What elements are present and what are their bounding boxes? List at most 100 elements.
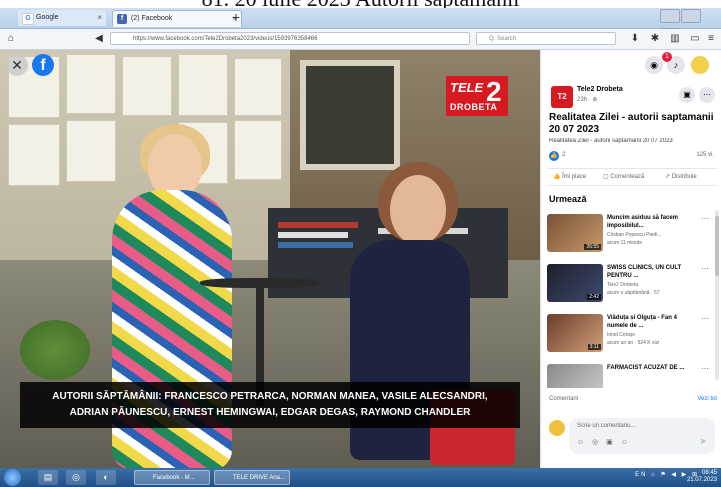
browser-tabbar: G Google × f (2) Facebook × + [0,8,721,42]
close-icon[interactable]: ✕ [6,54,28,76]
video-thumbnail[interactable]: 26:55 [547,214,603,252]
window-controls [659,9,719,42]
comment-input[interactable]: Scrie un comentariu... ☺ ◎ ▣ ☺ ➤ [569,418,715,454]
list-item[interactable]: 26:55 Muncim asiduu să facem împosibilul… [547,210,715,260]
windows-taskbar: ▤ ◎ ◐ Facebook - M... TELE DRIVE Ana... … [0,468,721,487]
notification-badge: 1 [662,52,672,62]
video-duration: 3:11 [587,344,601,350]
like-button[interactable]: 👍 Îmi place [553,173,586,180]
channel-logo-bottom: DROBETA [450,102,498,112]
download-icon[interactable]: ⬇ [628,32,642,46]
taskbar-task-facebook[interactable]: Facebook - M... [134,470,210,485]
library-icon[interactable]: ▥ [668,32,682,46]
video-title[interactable]: FARMACIST ACUZAT DE ... [607,364,699,372]
views-count: 125 vi. [696,152,714,158]
back-icon[interactable]: ◀ [92,32,106,46]
video-player[interactable]: ✕ f TELE 2 DROBETA AUTORII SĂPTĂMÂNII: F… [0,50,540,468]
taskbar-task-tele[interactable]: TELE DRIVE Ana... [214,470,290,485]
view-all-link[interactable]: Vezi tot [697,396,717,402]
app-icon[interactable]: ◐ [96,470,116,485]
comments-header: Comentarii Vezi tot [549,396,717,402]
video-title[interactable]: Viâduța și Olguța - Fan 4 numele de ... [607,314,699,330]
post-title: Realitatea Zilei - autorii saptamanii 20… [549,112,714,135]
share-label: Distribuie [671,174,697,180]
messenger-icon[interactable]: ◉ [645,56,663,74]
share-button[interactable]: ↗ Distribuie [665,173,697,180]
comment-placeholder: Scrie un comentariu... [577,423,636,429]
video-source: Ionel Cetașe [607,332,636,338]
tab-label: Google [36,14,59,21]
more-icon[interactable]: ⋯ [701,214,709,223]
video-meta: acum 11 minute [607,240,643,246]
browser-tab-facebook[interactable]: f (2) Facebook × [112,10,242,27]
video-thumbnail[interactable]: 2:42 [547,264,603,302]
post-timestamp: 23h · ⊕ [577,97,598,103]
more-icon[interactable]: ⋯ [701,364,709,373]
post-actions: 👍 Îmi place ▢ Comentează ↗ Distribuie [547,168,717,186]
minimize-button[interactable] [660,9,680,23]
video-duration: 26:55 [584,244,601,250]
sidebar-icon[interactable]: ▭ [688,32,702,46]
comment-button[interactable]: ▢ Comentează [603,173,644,180]
tab-close-icon[interactable]: × [97,10,102,26]
page-avatar[interactable]: T2 [551,86,573,108]
browser-toolbar: ⌂ ◀ https://www.facebook.com/Tele2Drobet… [0,29,721,50]
address-bar[interactable]: https://www.facebook.com/Tele2Drobeta202… [110,32,470,45]
lower-third-caption: AUTORII SĂPTĂMÂNII: FRANCESCO PETRARCA, … [20,382,520,428]
menu-icon[interactable]: ≡ [704,32,718,46]
video-title[interactable]: Muncim asiduu să facem împosibilul... [607,214,699,230]
addon-icon[interactable]: ✱ [648,32,662,46]
presenter-right-head [390,175,446,245]
clock-time: 08:45 [701,470,717,476]
channel-logo-top: TELE [450,80,484,95]
browser-tab-google[interactable]: G Google × [18,10,106,26]
video-thumbnail[interactable] [547,364,603,388]
maximize-button[interactable] [681,9,701,23]
facebook-top-icons: ◉ ♪ 1 [541,50,721,80]
send-icon[interactable]: ➤ [699,436,707,447]
facebook-icon[interactable]: f [32,54,54,76]
lower-third-line-1: AUTORII SĂPTĂMÂNII: FRANCESCO PETRARCA, … [52,391,488,402]
avatar [549,420,565,436]
taskbar-clock[interactable]: 08:45 21.07.2023 [687,470,717,484]
new-tab-button[interactable]: + [228,10,244,26]
reactions-count[interactable]: 2 [562,152,565,158]
scrollbar-thumb[interactable] [715,216,719,276]
like-label: Îmi place [562,174,587,180]
tab-label: (2) Facebook [131,15,173,22]
more-icon[interactable]: ⋯ [701,264,709,273]
chrome-icon[interactable]: ◎ [66,470,86,485]
video-thumbnail[interactable]: 3:11 [547,314,603,352]
reactions-row: 👍 2 125 vi. [549,150,714,162]
video-meta: acum o săptămână · 57 [607,290,660,296]
more-icon[interactable]: ⋯ [701,314,709,323]
avatar-icon[interactable] [691,56,709,74]
start-button[interactable] [4,469,21,486]
video-title[interactable]: SWISS CLINICS, UN CULT PENTRU ... [607,264,699,280]
list-item[interactable]: 3:11 Viâduța și Olguța - Fan 4 numele de… [547,310,715,360]
page-name[interactable]: Tele2 Drobeta [577,86,623,93]
system-tray[interactable]: EN ⌂ ⚑ ◀ ▶ ⊞ [599,471,699,478]
video-meta: acum un an · 524 K vizi [607,340,660,346]
lower-third-line-2: ADRIAN PĂUNESCU, ERNEST HEMINGWAI, EDGAR… [69,407,471,418]
explorer-icon[interactable]: ▤ [38,470,58,485]
comment-label: Comentează [610,174,645,180]
search-input[interactable]: Q. Search [476,32,616,45]
video-source: Tele2 Drobeta [607,282,639,288]
up-next-scrollbar[interactable] [715,210,719,380]
save-icon[interactable]: ▣ [679,87,695,103]
up-next-heading: Urmează [549,194,587,204]
comment-tools-icons[interactable]: ☺ ◎ ▣ ☺ [577,438,631,446]
google-favicon-icon: G [22,13,34,25]
list-item[interactable]: FARMACIST ACUZAT DE ... ⋯ [547,360,715,388]
home-icon[interactable]: ⌂ [4,32,18,46]
channel-logo: TELE 2 DROBETA [446,76,508,116]
up-next-list: 26:55 Muncim asiduu să facem împosibilul… [547,210,715,388]
video-sidebar: ◉ ♪ 1 T2 Tele2 Drobeta 23h · ⊕ ▣ ⋯ Reali… [540,50,721,468]
list-item[interactable]: 2:42 SWISS CLINICS, UN CULT PENTRU ... T… [547,260,715,310]
more-icon[interactable]: ⋯ [699,87,715,103]
video-duration: 2:42 [587,294,601,300]
like-icon: 👍 [549,151,559,161]
facebook-favicon-icon: f [117,14,127,24]
video-plant [20,320,90,380]
